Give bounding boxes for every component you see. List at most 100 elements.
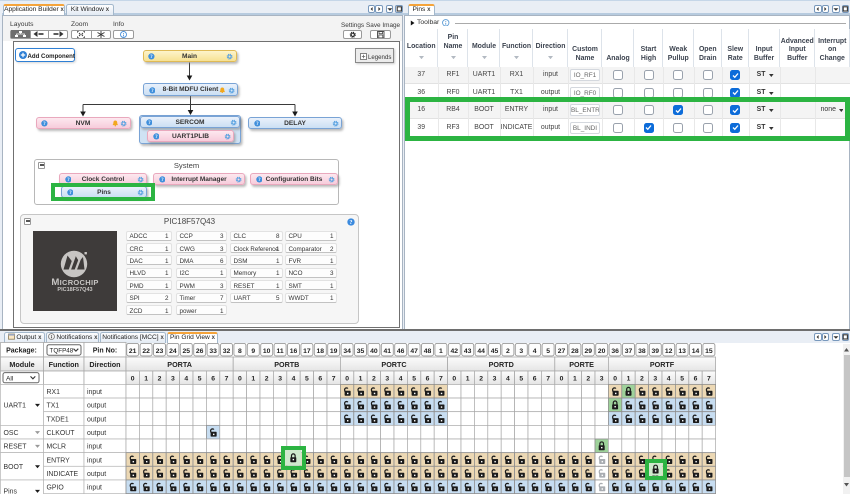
- svg-text:4: 4: [292, 376, 296, 383]
- svg-text:6: 6: [533, 376, 537, 383]
- svg-text:2: 2: [479, 376, 483, 383]
- svg-text:17: 17: [303, 348, 311, 355]
- svg-text:28: 28: [571, 348, 579, 355]
- svg-text:4: 4: [506, 376, 510, 383]
- svg-text:27: 27: [558, 348, 566, 355]
- svg-text:3: 3: [385, 376, 389, 383]
- svg-text:16: 16: [290, 348, 298, 355]
- svg-text:42: 42: [451, 348, 459, 355]
- svg-text:2: 2: [158, 376, 162, 383]
- svg-text:output: output: [87, 416, 106, 423]
- svg-text:24: 24: [169, 348, 177, 355]
- svg-text:2: 2: [372, 376, 376, 383]
- svg-text:GPIO: GPIO: [47, 485, 65, 492]
- svg-text:7: 7: [225, 376, 229, 383]
- svg-text:output: output: [87, 471, 106, 478]
- svg-text:1: 1: [144, 376, 148, 383]
- svg-text:19: 19: [330, 348, 338, 355]
- svg-text:PORTE: PORTE: [569, 360, 594, 369]
- svg-text:3: 3: [519, 348, 523, 355]
- svg-text:22: 22: [142, 348, 150, 355]
- svg-text:9: 9: [251, 348, 255, 355]
- svg-text:3: 3: [493, 376, 497, 383]
- svg-text:18: 18: [317, 348, 325, 355]
- svg-text:39: 39: [652, 348, 660, 355]
- svg-text:1: 1: [439, 348, 443, 355]
- svg-text:7: 7: [332, 376, 336, 383]
- svg-text:input: input: [87, 485, 102, 492]
- svg-text:11: 11: [277, 348, 284, 355]
- svg-text:PORTA: PORTA: [167, 360, 192, 369]
- svg-text:8: 8: [238, 348, 242, 355]
- svg-text:6: 6: [318, 376, 322, 383]
- svg-text:output: output: [87, 403, 106, 410]
- svg-text:3: 3: [171, 376, 175, 383]
- svg-text:RESET: RESET: [4, 443, 28, 450]
- svg-text:input: input: [87, 444, 102, 451]
- svg-text:3: 3: [600, 376, 604, 383]
- svg-text:output: output: [87, 430, 106, 437]
- svg-text:37: 37: [625, 348, 633, 355]
- svg-text:Module: Module: [9, 360, 34, 369]
- svg-text:4: 4: [399, 376, 403, 383]
- svg-text:21: 21: [129, 348, 137, 355]
- svg-text:40: 40: [370, 348, 378, 355]
- svg-text:41: 41: [384, 348, 392, 355]
- svg-text:5: 5: [412, 376, 416, 383]
- svg-text:PORTF: PORTF: [650, 360, 675, 369]
- svg-text:0: 0: [560, 376, 564, 383]
- svg-text:UART1: UART1: [4, 402, 27, 409]
- svg-text:45: 45: [491, 348, 499, 355]
- svg-text:5: 5: [546, 348, 550, 355]
- svg-text:Package:: Package:: [6, 348, 37, 355]
- svg-text:7: 7: [546, 376, 550, 383]
- svg-text:3: 3: [278, 376, 282, 383]
- svg-text:1: 1: [251, 376, 255, 383]
- svg-text:33: 33: [209, 348, 217, 355]
- svg-text:Pin No:: Pin No:: [93, 348, 118, 355]
- svg-text:PORTD: PORTD: [489, 360, 514, 369]
- svg-text:TQFP48: TQFP48: [50, 348, 74, 355]
- svg-text:35: 35: [357, 348, 365, 355]
- svg-text:0: 0: [131, 376, 135, 383]
- svg-text:5: 5: [680, 376, 684, 383]
- svg-text:ENTRY: ENTRY: [47, 457, 71, 464]
- svg-text:14: 14: [692, 348, 700, 355]
- svg-text:6: 6: [426, 376, 430, 383]
- svg-text:29: 29: [585, 348, 593, 355]
- svg-text:input: input: [87, 389, 102, 396]
- svg-text:2: 2: [265, 376, 269, 383]
- svg-text:4: 4: [184, 376, 188, 383]
- svg-text:CLKOUT: CLKOUT: [47, 430, 76, 437]
- svg-text:25: 25: [183, 348, 191, 355]
- svg-text:47: 47: [410, 348, 418, 355]
- svg-text:7: 7: [439, 376, 443, 383]
- svg-text:Pins: Pins: [4, 488, 18, 494]
- svg-text:5: 5: [519, 376, 523, 383]
- svg-text:Function: Function: [49, 360, 79, 369]
- svg-text:6: 6: [694, 376, 698, 383]
- svg-text:34: 34: [343, 348, 351, 355]
- svg-text:0: 0: [345, 376, 349, 383]
- svg-text:23: 23: [156, 348, 164, 355]
- svg-text:RX1: RX1: [47, 389, 61, 396]
- svg-text:13: 13: [678, 348, 686, 355]
- svg-text:10: 10: [263, 348, 271, 355]
- svg-text:1: 1: [573, 376, 577, 383]
- svg-text:3: 3: [653, 376, 657, 383]
- svg-text:4: 4: [533, 348, 537, 355]
- svg-text:input: input: [87, 457, 102, 464]
- svg-text:48: 48: [424, 348, 432, 355]
- svg-text:1: 1: [466, 376, 470, 383]
- svg-text:38: 38: [638, 348, 646, 355]
- svg-text:0: 0: [238, 376, 242, 383]
- svg-text:44: 44: [477, 348, 485, 355]
- svg-text:46: 46: [397, 348, 405, 355]
- svg-text:MCLR: MCLR: [47, 444, 67, 451]
- svg-text:0: 0: [613, 376, 617, 383]
- svg-text:12: 12: [665, 348, 673, 355]
- svg-text:BOOT: BOOT: [4, 464, 24, 471]
- svg-text:2: 2: [640, 376, 644, 383]
- svg-text:2: 2: [506, 348, 510, 355]
- svg-text:Direction: Direction: [89, 360, 120, 369]
